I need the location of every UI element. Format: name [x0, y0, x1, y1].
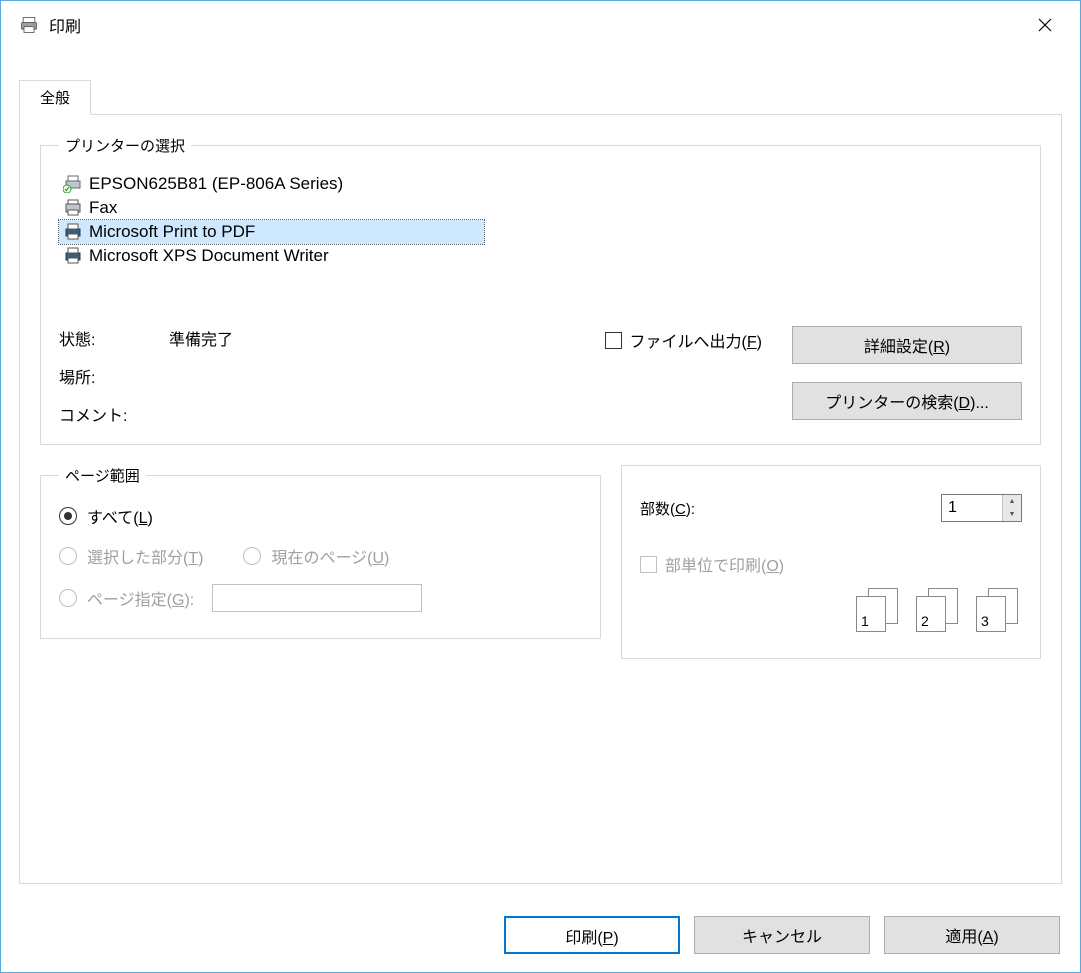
collate-checkbox: 部単位で印刷(O) [640, 552, 1022, 576]
pages-input [212, 584, 422, 612]
location-label: 場所: [59, 364, 159, 388]
find-printer-button[interactable]: プリンターの検索(D)... [792, 382, 1022, 420]
print-dialog: 印刷 全般 プリンターの選択 EPSON625B81 (EP-806A Seri… [0, 0, 1081, 973]
copies-input[interactable] [942, 495, 1002, 521]
copies-up-button[interactable]: ▲ [1003, 495, 1021, 508]
collate-page-icon: 1 1 [856, 588, 902, 632]
cancel-button[interactable]: キャンセル [694, 916, 870, 954]
collate-page-icon: 2 2 [916, 588, 962, 632]
printer-name: EPSON625B81 (EP-806A Series) [89, 174, 343, 194]
close-button[interactable] [1022, 9, 1068, 41]
page-range-group: ページ範囲 すべて(L) 選択した部分(T) [40, 465, 601, 639]
titlebar: 印刷 [1, 1, 1080, 49]
printer-list[interactable]: EPSON625B81 (EP-806A Series) Fax Microso… [59, 172, 1022, 268]
printer-select-group: プリンターの選択 EPSON625B81 (EP-806A Series) Fa… [40, 135, 1041, 445]
tab-bar: 全般 [19, 79, 1062, 114]
page-range-legend: ページ範囲 [59, 465, 146, 486]
tab-page-general: プリンターの選択 EPSON625B81 (EP-806A Series) Fa… [19, 114, 1062, 884]
printer-item[interactable]: EPSON625B81 (EP-806A Series) [59, 172, 347, 196]
printer-icon [19, 15, 39, 35]
collate-page-icon: 3 3 [976, 588, 1022, 632]
copies-down-button[interactable]: ▼ [1003, 508, 1021, 521]
copies-group: 部数(C): ▲ ▼ [621, 465, 1041, 659]
printer-ready-icon [63, 175, 83, 193]
print-button[interactable]: 印刷(P) [504, 916, 680, 954]
printer-item[interactable]: Fax [59, 196, 121, 220]
printer-item[interactable]: Microsoft XPS Document Writer [59, 244, 333, 268]
file-output-checkbox[interactable]: ファイルへ出力(F) [605, 328, 762, 352]
printer-item-selected[interactable]: Microsoft Print to PDF [59, 220, 484, 244]
collate-preview: 1 1 2 2 3 3 [640, 588, 1022, 632]
printer-fax-icon [63, 199, 83, 217]
radio-selection: 選択した部分(T) [59, 544, 203, 568]
copies-label: 部数(C): [640, 498, 695, 519]
dialog-buttons: 印刷(P) キャンセル 適用(A) [504, 916, 1060, 954]
status-label: 状態: [59, 326, 159, 350]
tab-general[interactable]: 全般 [19, 80, 91, 115]
printer-name: Microsoft Print to PDF [89, 222, 255, 242]
printer-virtual-icon [63, 247, 83, 265]
printer-virtual-icon [63, 223, 83, 241]
printer-name: Microsoft XPS Document Writer [89, 246, 329, 266]
printer-select-legend: プリンターの選択 [59, 135, 191, 156]
apply-button[interactable]: 適用(A) [884, 916, 1060, 954]
window-title: 印刷 [39, 13, 1022, 37]
radio-pages: ページ指定(G): [59, 584, 582, 612]
comment-label: コメント: [59, 402, 159, 426]
status-value: 準備完了 [169, 326, 575, 350]
radio-all[interactable]: すべて(L) [59, 504, 582, 528]
printer-name: Fax [89, 198, 117, 218]
advanced-settings-button[interactable]: 詳細設定(R) [792, 326, 1022, 364]
radio-current-page: 現在のページ(U) [243, 544, 389, 568]
copies-spinner[interactable]: ▲ ▼ [941, 494, 1022, 522]
